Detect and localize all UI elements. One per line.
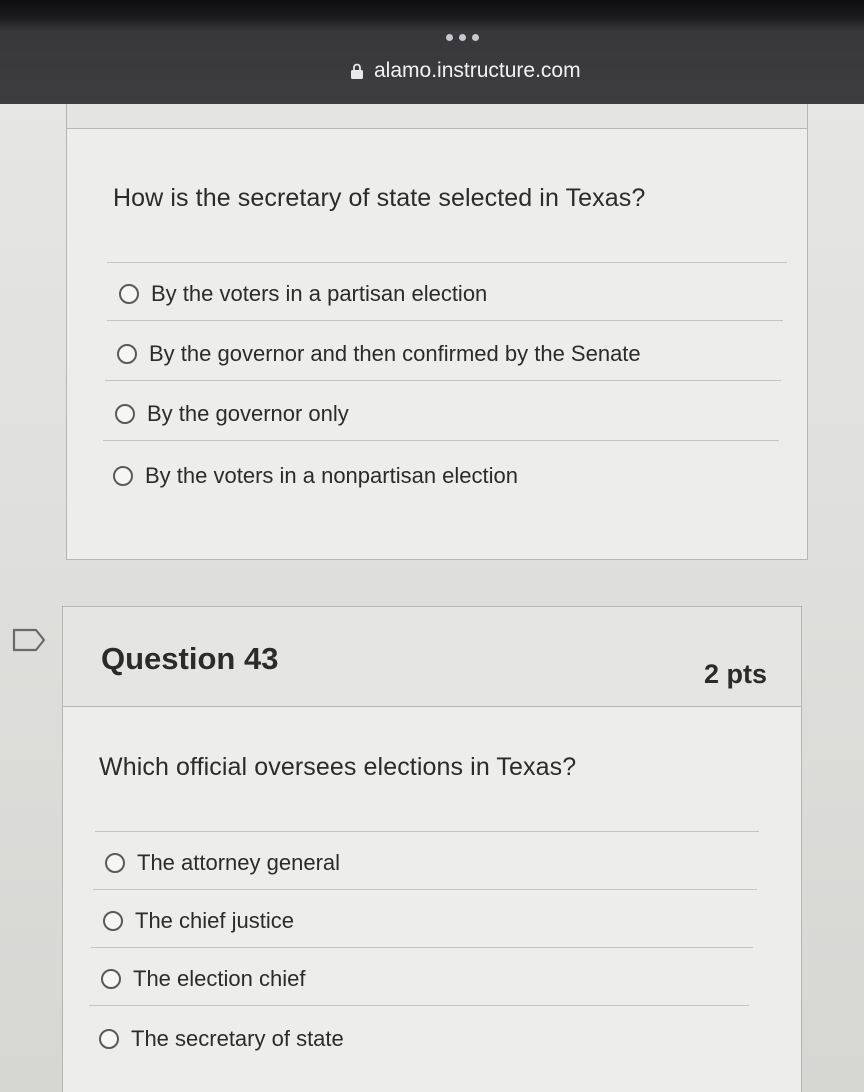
question-text-42: How is the secretary of state selected i… (113, 184, 646, 212)
answer-label: By the governor and then confirmed by th… (149, 341, 641, 366)
answer-option-42-2[interactable]: By the governor and then confirmed by th… (117, 336, 641, 372)
answer-option-43-2[interactable]: The chief justice (103, 903, 294, 939)
answer-label: The chief justice (135, 908, 294, 933)
lock-icon (351, 63, 363, 79)
divider (107, 262, 787, 263)
answer-option-42-1[interactable]: By the voters in a partisan election (119, 276, 487, 312)
bookmark-flag-icon[interactable] (12, 628, 46, 652)
answer-label: The secretary of state (131, 1026, 344, 1051)
question-text-43: Which official oversees elections in Tex… (99, 753, 577, 781)
screen: alamo.instructure.com How is the secreta… (0, 0, 864, 1092)
divider (89, 1005, 749, 1006)
divider (103, 440, 779, 441)
answer-label: The election chief (133, 966, 306, 991)
url-text: alamo.instructure.com (374, 59, 581, 82)
radio-button[interactable] (115, 404, 135, 424)
radio-button[interactable] (101, 969, 121, 989)
answer-label: The attorney general (137, 850, 341, 875)
address-bar[interactable]: alamo.instructure.com (350, 58, 581, 84)
divider (95, 831, 759, 832)
answer-option-43-3[interactable]: The election chief (101, 961, 305, 997)
radio-button[interactable] (103, 911, 123, 931)
divider (105, 380, 781, 381)
radio-button[interactable] (99, 1029, 119, 1049)
answer-option-43-4[interactable]: The secretary of state (99, 1021, 344, 1057)
answer-option-43-1[interactable]: The attorney general (105, 845, 340, 881)
answer-label: By the voters in a partisan election (151, 281, 488, 306)
more-dots-icon[interactable] (446, 34, 486, 44)
radio-button[interactable] (117, 344, 137, 364)
divider (107, 320, 783, 321)
divider (91, 947, 753, 948)
answer-option-42-4[interactable]: By the voters in a nonpartisan election (113, 458, 518, 494)
browser-top-bar: alamo.instructure.com (0, 0, 864, 104)
radio-button[interactable] (119, 284, 139, 304)
answer-option-42-3[interactable]: By the governor only (115, 396, 349, 432)
question-points: 2 pts (703, 659, 767, 689)
question-header-42 (67, 104, 807, 129)
answer-label: By the governor only (147, 401, 349, 426)
question-header-43: Question 43 2 pts (63, 607, 801, 707)
radio-button[interactable] (113, 466, 133, 486)
question-title: Question 43 (101, 641, 279, 676)
radio-button[interactable] (105, 853, 125, 873)
question-card-43: Question 43 2 pts Which official oversee… (62, 606, 802, 1092)
divider (93, 889, 757, 890)
answer-label: By the voters in a nonpartisan election (145, 463, 519, 488)
question-card-42: How is the secretary of state selected i… (66, 104, 808, 560)
